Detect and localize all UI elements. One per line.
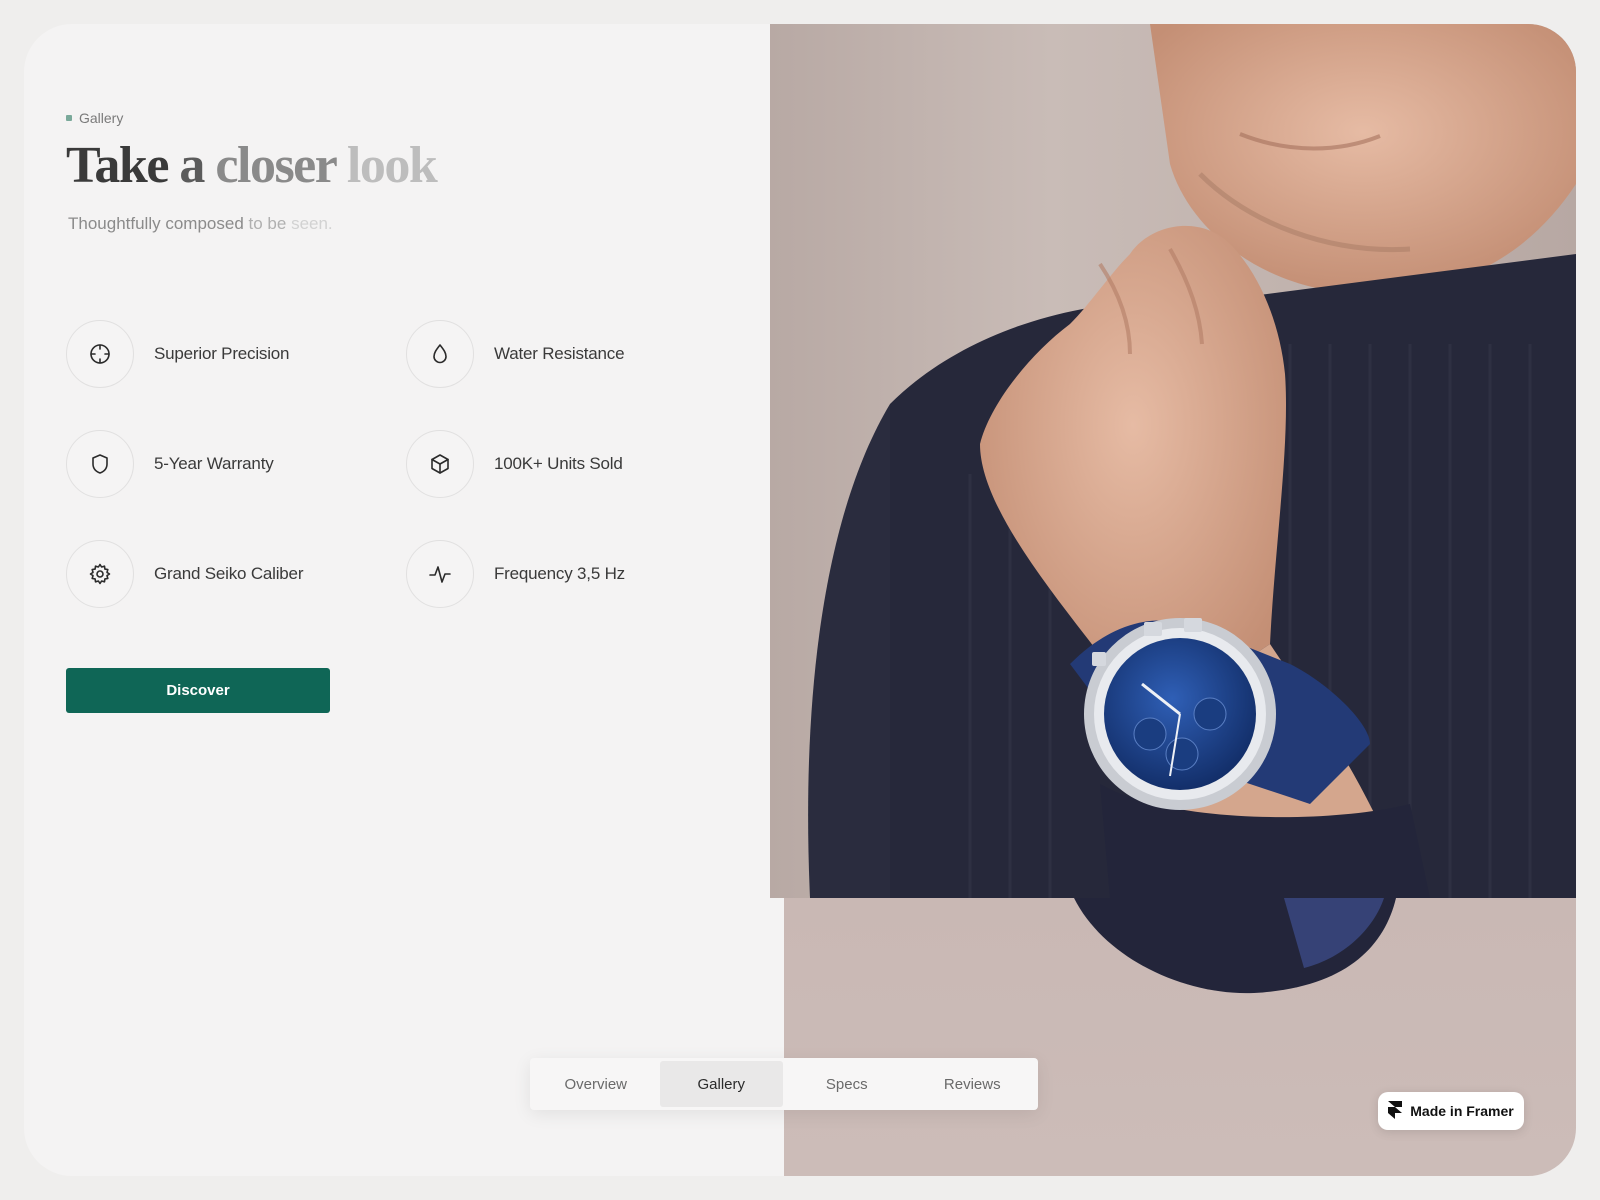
subtitle-part-2: to be: [248, 214, 287, 233]
section-eyebrow: Gallery: [66, 110, 123, 126]
tab-specs[interactable]: Specs: [785, 1061, 909, 1107]
feature-label: 5-Year Warranty: [154, 454, 274, 473]
feature-label: 100K+ Units Sold: [494, 454, 623, 473]
box-icon: [406, 430, 474, 498]
framer-icon: [1388, 1100, 1403, 1122]
tabletop-image: [1074, 898, 1396, 994]
page-subtitle: Thoughtfully composed to be seen.: [68, 214, 333, 234]
feature-item: 100K+ Units Sold: [406, 430, 686, 498]
discover-button[interactable]: Discover: [66, 668, 330, 713]
title-word-2: a: [179, 137, 205, 194]
feature-item: Superior Precision: [66, 320, 406, 388]
feature-item: Water Resistance: [406, 320, 686, 388]
photo-table-surface: [784, 898, 1576, 1176]
pulse-icon: [406, 540, 474, 608]
crosshair-icon: [66, 320, 134, 388]
product-photo: [770, 24, 1576, 898]
page-title: Take a closer look: [66, 136, 438, 195]
badge-label: Made in Framer: [1410, 1103, 1514, 1119]
title-word-3: closer: [215, 137, 336, 194]
tab-gallery[interactable]: Gallery: [659, 1061, 783, 1107]
feature-label: Water Resistance: [494, 344, 625, 363]
feature-label: Superior Precision: [154, 344, 290, 363]
gear-icon: [66, 540, 134, 608]
feature-label: Grand Seiko Caliber: [154, 564, 304, 583]
feature-label: Frequency 3,5 Hz: [494, 564, 625, 583]
feature-item: Frequency 3,5 Hz: [406, 540, 686, 608]
model-wearing-watch-image: [808, 24, 1576, 898]
tab-reviews[interactable]: Reviews: [911, 1061, 1035, 1107]
eyebrow-label: Gallery: [79, 110, 124, 126]
made-in-framer-badge[interactable]: Made in Framer: [1378, 1092, 1524, 1130]
subtitle-part-1: Thoughtfully composed: [68, 214, 244, 233]
droplet-icon: [406, 320, 474, 388]
feature-item: 5-Year Warranty: [66, 430, 406, 498]
shield-icon: [66, 430, 134, 498]
feature-grid: Superior Precision Water Resistance 5-Ye…: [66, 320, 686, 608]
title-word-1: Take: [66, 137, 169, 194]
section-tabs: Overview Gallery Specs Reviews: [530, 1058, 1038, 1110]
title-word-4: look: [346, 137, 438, 194]
gallery-card: Gallery Take a closer look Thoughtfully …: [24, 24, 1576, 1176]
tab-overview[interactable]: Overview: [534, 1061, 658, 1107]
feature-item: Grand Seiko Caliber: [66, 540, 406, 608]
eyebrow-dot: [66, 115, 72, 121]
subtitle-part-3: seen.: [291, 214, 333, 233]
